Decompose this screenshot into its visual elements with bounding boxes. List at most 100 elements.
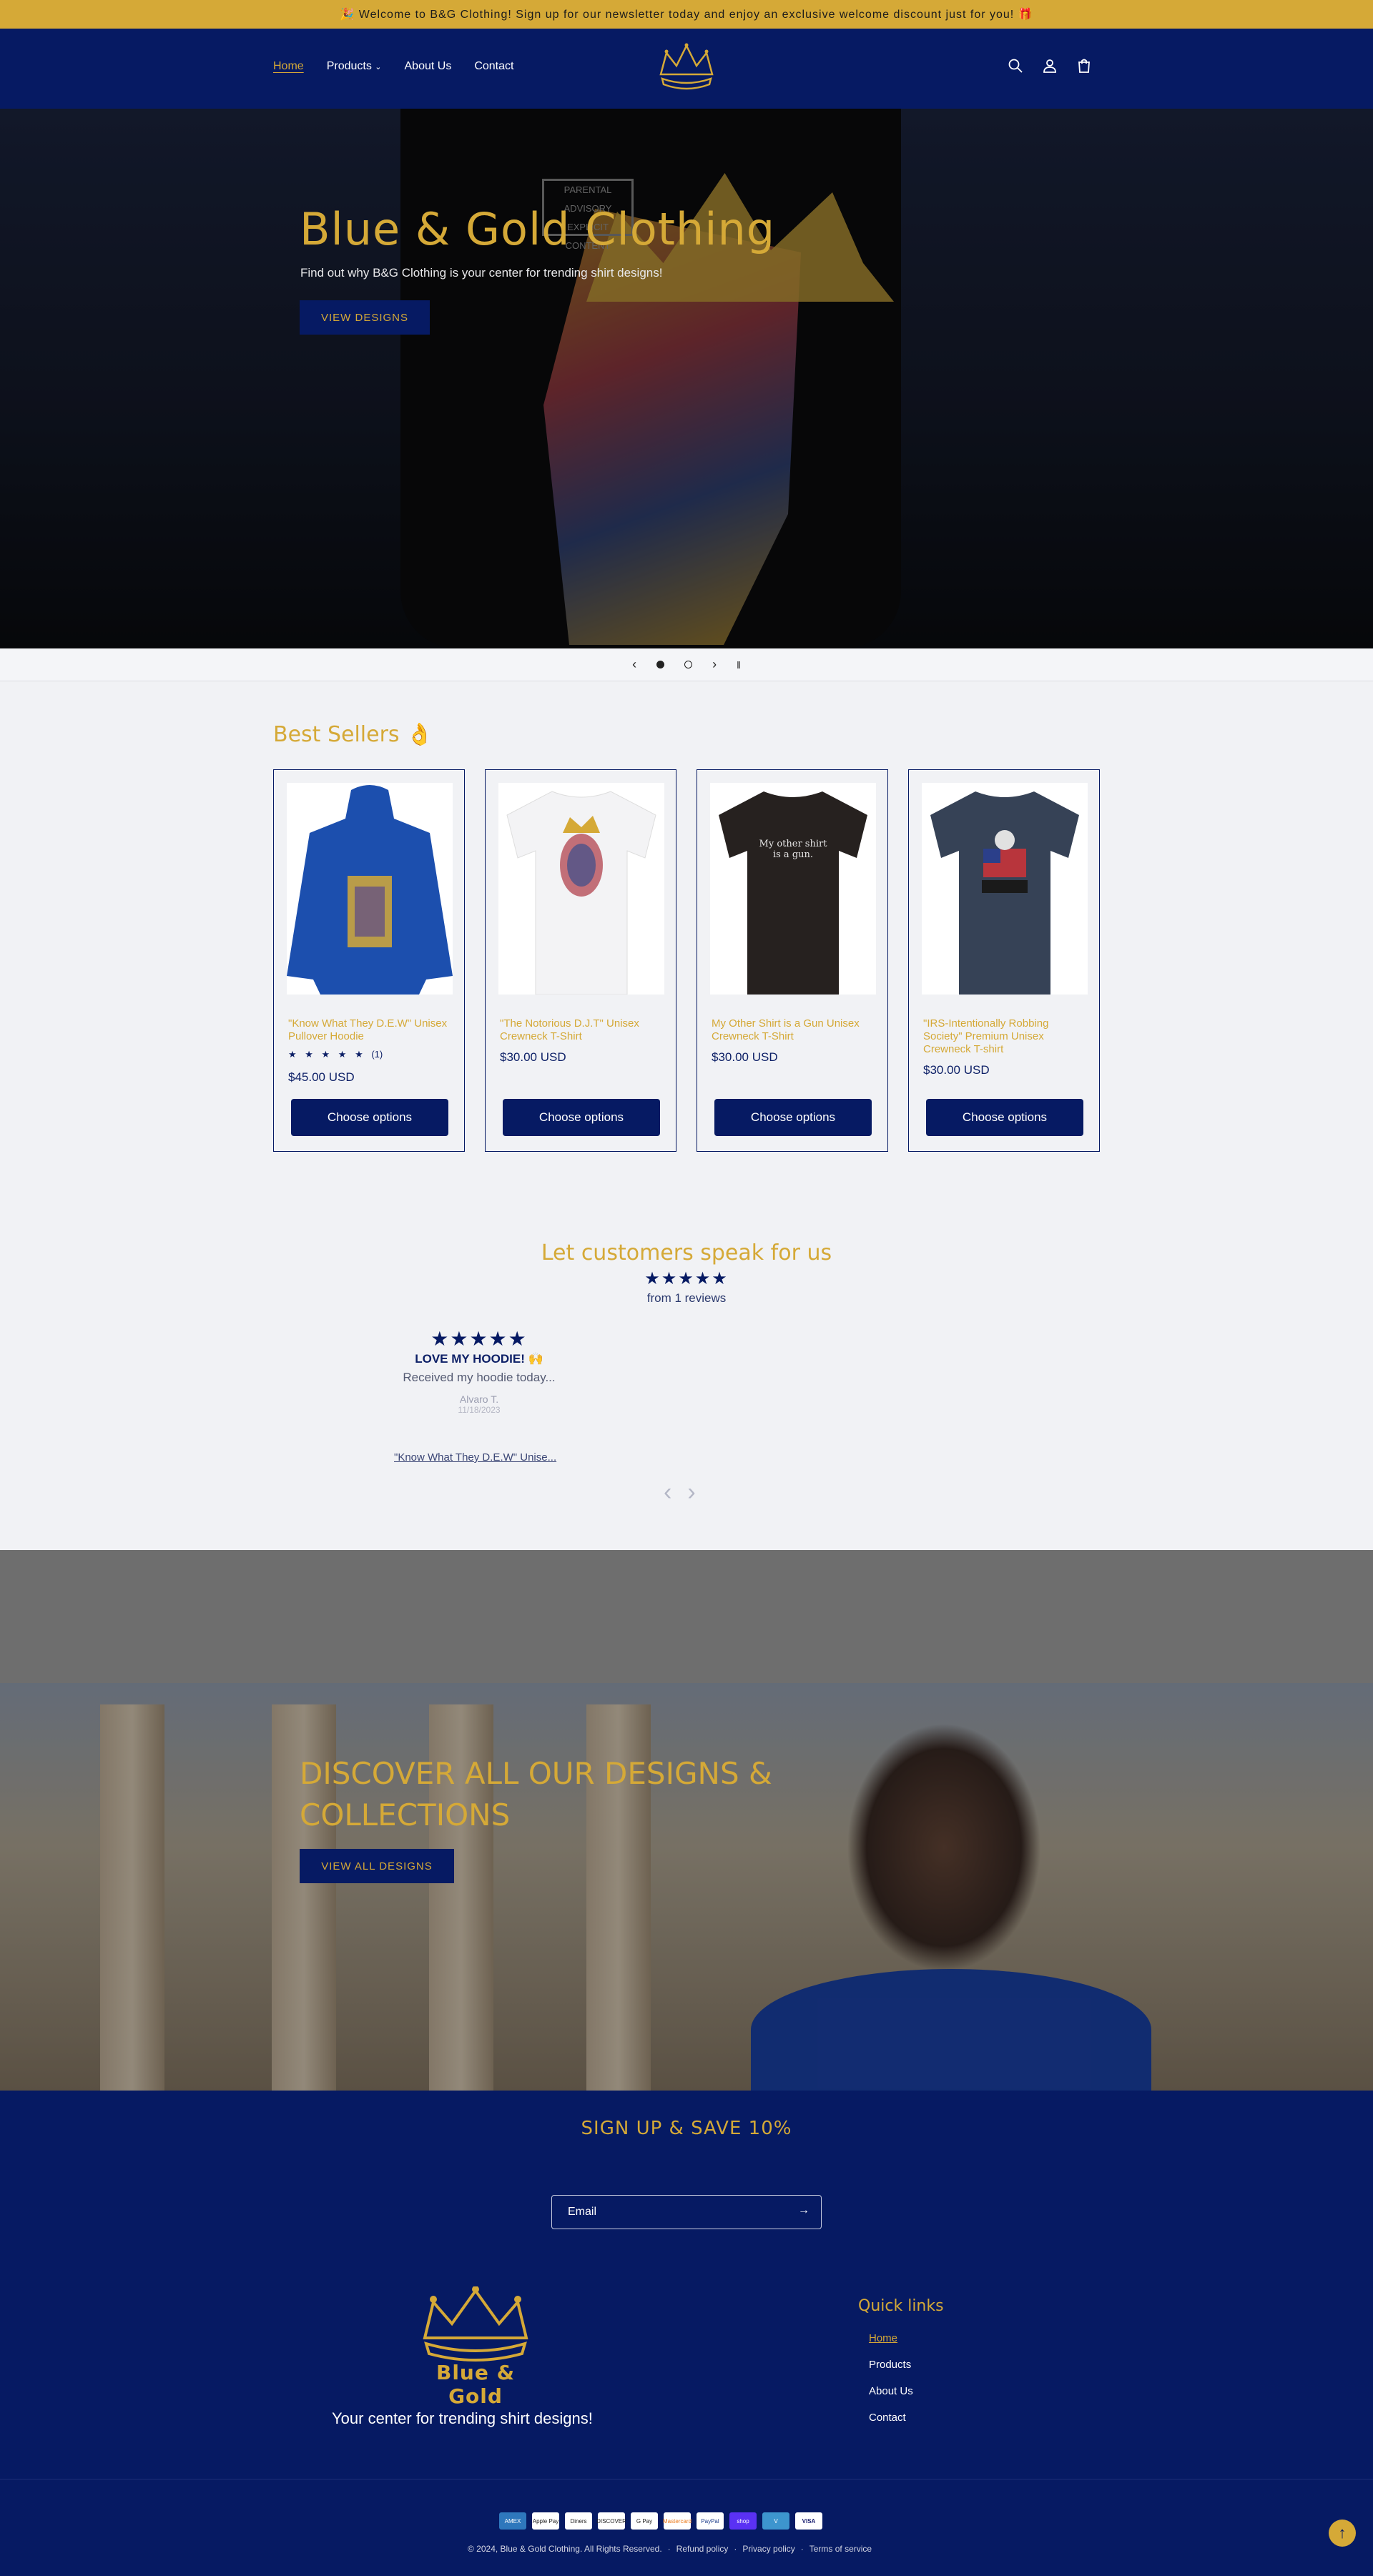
hoodie-image <box>287 783 453 995</box>
product-image[interactable] <box>922 783 1088 995</box>
nav-products[interactable]: Products ⌄ <box>327 60 382 73</box>
slide-prev-icon[interactable]: ‹ <box>632 657 636 672</box>
reviews-count: from 1 reviews <box>646 1291 727 1305</box>
google-pay-icon: G Pay <box>631 2512 658 2530</box>
refund-policy-link[interactable]: Refund policy <box>676 2544 729 2554</box>
nav-contact[interactable]: Contact <box>474 60 513 73</box>
footer-tagline: Your center for trending shirt designs! <box>332 2409 593 2427</box>
crown-logo-icon[interactable] <box>656 43 717 96</box>
email-placeholder: Email <box>568 2206 597 2218</box>
product-image[interactable] <box>287 783 453 995</box>
slide-next-icon[interactable]: › <box>712 657 717 672</box>
product-name[interactable]: My Other Shirt is a Gun Unisex Crewneck … <box>712 1017 876 1043</box>
hero-overlay <box>0 109 1373 648</box>
slider-controls: ‹ › ‖ <box>0 648 1373 681</box>
choose-options-button[interactable]: Choose options <box>926 1099 1083 1136</box>
rating: ★ ★ ★ ★ ★ (1) <box>288 1049 383 1060</box>
hero-slideshow: PARENTAL ADVISORY EXPLICIT CONTENT <box>0 109 1373 648</box>
view-all-designs-button[interactable]: VIEW ALL DESIGNS <box>300 1849 454 1883</box>
product-card[interactable]: "IRS-Intentionally Robbing Society" Prem… <box>908 769 1100 1152</box>
reviews-average-stars: ★★★★★ <box>644 1269 729 1288</box>
privacy-policy-link[interactable]: Privacy policy <box>742 2544 794 2554</box>
product-card[interactable]: My other shirt is a gun. My Other Shirt … <box>697 769 888 1152</box>
review-prev-icon[interactable]: ‹ <box>664 1479 687 1506</box>
choose-options-button[interactable]: Choose options <box>503 1099 660 1136</box>
review-carousel-arrows: ‹› <box>664 1479 712 1506</box>
product-card[interactable]: "The Notorious D.J.T" Unisex Crewneck T-… <box>485 769 676 1152</box>
review-stars: ★★★★★ <box>430 1328 528 1350</box>
site-header: Home Products ⌄ About Us Contact <box>0 29 1373 109</box>
quick-links-title: Quick links <box>858 2297 944 2315</box>
email-field[interactable]: Email → <box>551 2195 822 2229</box>
separator: · <box>734 2544 737 2554</box>
visa-icon: VISA <box>795 2512 822 2530</box>
grey-spacer-band <box>0 1550 1373 1683</box>
product-name[interactable]: "IRS-Intentionally Robbing Society" Prem… <box>923 1017 1088 1056</box>
review-author: Alvaro T. <box>459 1393 499 1405</box>
payment-icons: AMEX Apple Pay Diners DISCOVER G Pay Mas… <box>499 2512 822 2530</box>
amex-icon: AMEX <box>499 2512 526 2530</box>
nav-products-label: Products <box>326 60 372 72</box>
newsletter-title: SIGN UP & SAVE 10% <box>581 2118 792 2139</box>
product-name[interactable]: "Know What They D.E.W" Unisex Pullover H… <box>288 1017 453 1043</box>
banner-overlay <box>0 1683 1373 2091</box>
product-image[interactable]: My other shirt is a gun. <box>710 783 876 995</box>
slide-dot-2[interactable] <box>684 661 693 668</box>
product-price: $30.00 USD <box>500 1050 566 1064</box>
product-card[interactable]: "Know What They D.E.W" Unisex Pullover H… <box>273 769 465 1152</box>
nav-home[interactable]: Home <box>273 60 304 73</box>
reviews-title: Let customers speak for us <box>541 1240 832 1265</box>
announcement-bar: 🎉 Welcome to B&G Clothing! Sign up for o… <box>0 0 1373 29</box>
mastercard-icon: Mastercard <box>663 2512 692 2530</box>
paypal-icon: PayPal <box>697 2512 724 2530</box>
header-icons <box>1007 57 1093 74</box>
site-footer <box>0 2091 1373 2576</box>
separator: · <box>667 2544 671 2554</box>
tshirt-image <box>710 783 876 995</box>
diners-icon: Diners <box>565 2512 592 2530</box>
footer-brand: Blue & Gold <box>435 2361 516 2408</box>
search-icon[interactable] <box>1007 57 1024 74</box>
copyright-row: © 2024, Blue & Gold Clothing. All Rights… <box>468 2544 872 2554</box>
announcement-text: 🎉 Welcome to B&G Clothing! Sign up for o… <box>340 9 1033 21</box>
footer-link-products[interactable]: Products <box>869 2359 911 2371</box>
rating-count: (1) <box>371 1049 383 1060</box>
footer-crown-logo-icon <box>423 2286 528 2362</box>
submit-arrow-icon[interactable]: → <box>798 2204 809 2217</box>
tshirt-image <box>922 783 1088 995</box>
terms-of-service-link[interactable]: Terms of service <box>809 2544 872 2554</box>
nav-about[interactable]: About Us <box>405 60 452 73</box>
review-card[interactable]: ★★★★★ LOVE MY HOODIE! 🙌 Received my hood… <box>386 1327 572 1415</box>
discover-icon: DISCOVER <box>596 2512 626 2530</box>
tshirt-image <box>498 783 664 995</box>
shirt-print-text: My other shirt is a gun. <box>759 839 827 860</box>
best-sellers-title: Best Sellers 👌 <box>273 722 433 747</box>
choose-options-button[interactable]: Choose options <box>291 1099 448 1136</box>
review-date: 11/18/2023 <box>458 1405 501 1415</box>
hero-title: Blue & Gold Clothing <box>300 203 776 255</box>
scroll-to-top-button[interactable]: ↑ <box>1329 2520 1356 2547</box>
collection-title: DISCOVER ALL OUR DESIGNS & COLLECTIONS <box>300 1756 772 1832</box>
review-product-link[interactable]: "Know What They D.E.W" Unise... <box>394 1451 556 1464</box>
product-name[interactable]: "The Notorious D.J.T" Unisex Crewneck T-… <box>500 1017 664 1043</box>
slide-pause-icon[interactable]: ‖ <box>737 659 741 671</box>
product-price: $30.00 USD <box>923 1063 990 1077</box>
chevron-down-icon: ⌄ <box>375 63 382 71</box>
collection-banner <box>0 1683 1373 2091</box>
review-next-icon[interactable]: › <box>687 1479 711 1506</box>
separator: · <box>800 2544 804 2554</box>
choose-options-button[interactable]: Choose options <box>714 1099 872 1136</box>
footer-link-home[interactable]: Home <box>869 2332 897 2344</box>
footer-link-contact[interactable]: Contact <box>869 2412 906 2424</box>
product-price: $30.00 USD <box>712 1050 778 1064</box>
product-image[interactable] <box>498 783 664 995</box>
cart-icon[interactable] <box>1076 57 1093 74</box>
footer-link-about[interactable]: About Us <box>869 2385 913 2397</box>
view-designs-button[interactable]: VIEW DESIGNS <box>300 300 430 335</box>
product-price: $45.00 USD <box>288 1070 355 1084</box>
copyright-text: © 2024, Blue & Gold Clothing. All Rights… <box>468 2544 662 2554</box>
apple-pay-icon: Apple Pay <box>532 2512 559 2530</box>
slide-dot-1[interactable] <box>656 661 665 668</box>
account-icon[interactable] <box>1041 57 1058 74</box>
hero-subtitle: Find out why B&G Clothing is your center… <box>300 266 663 280</box>
